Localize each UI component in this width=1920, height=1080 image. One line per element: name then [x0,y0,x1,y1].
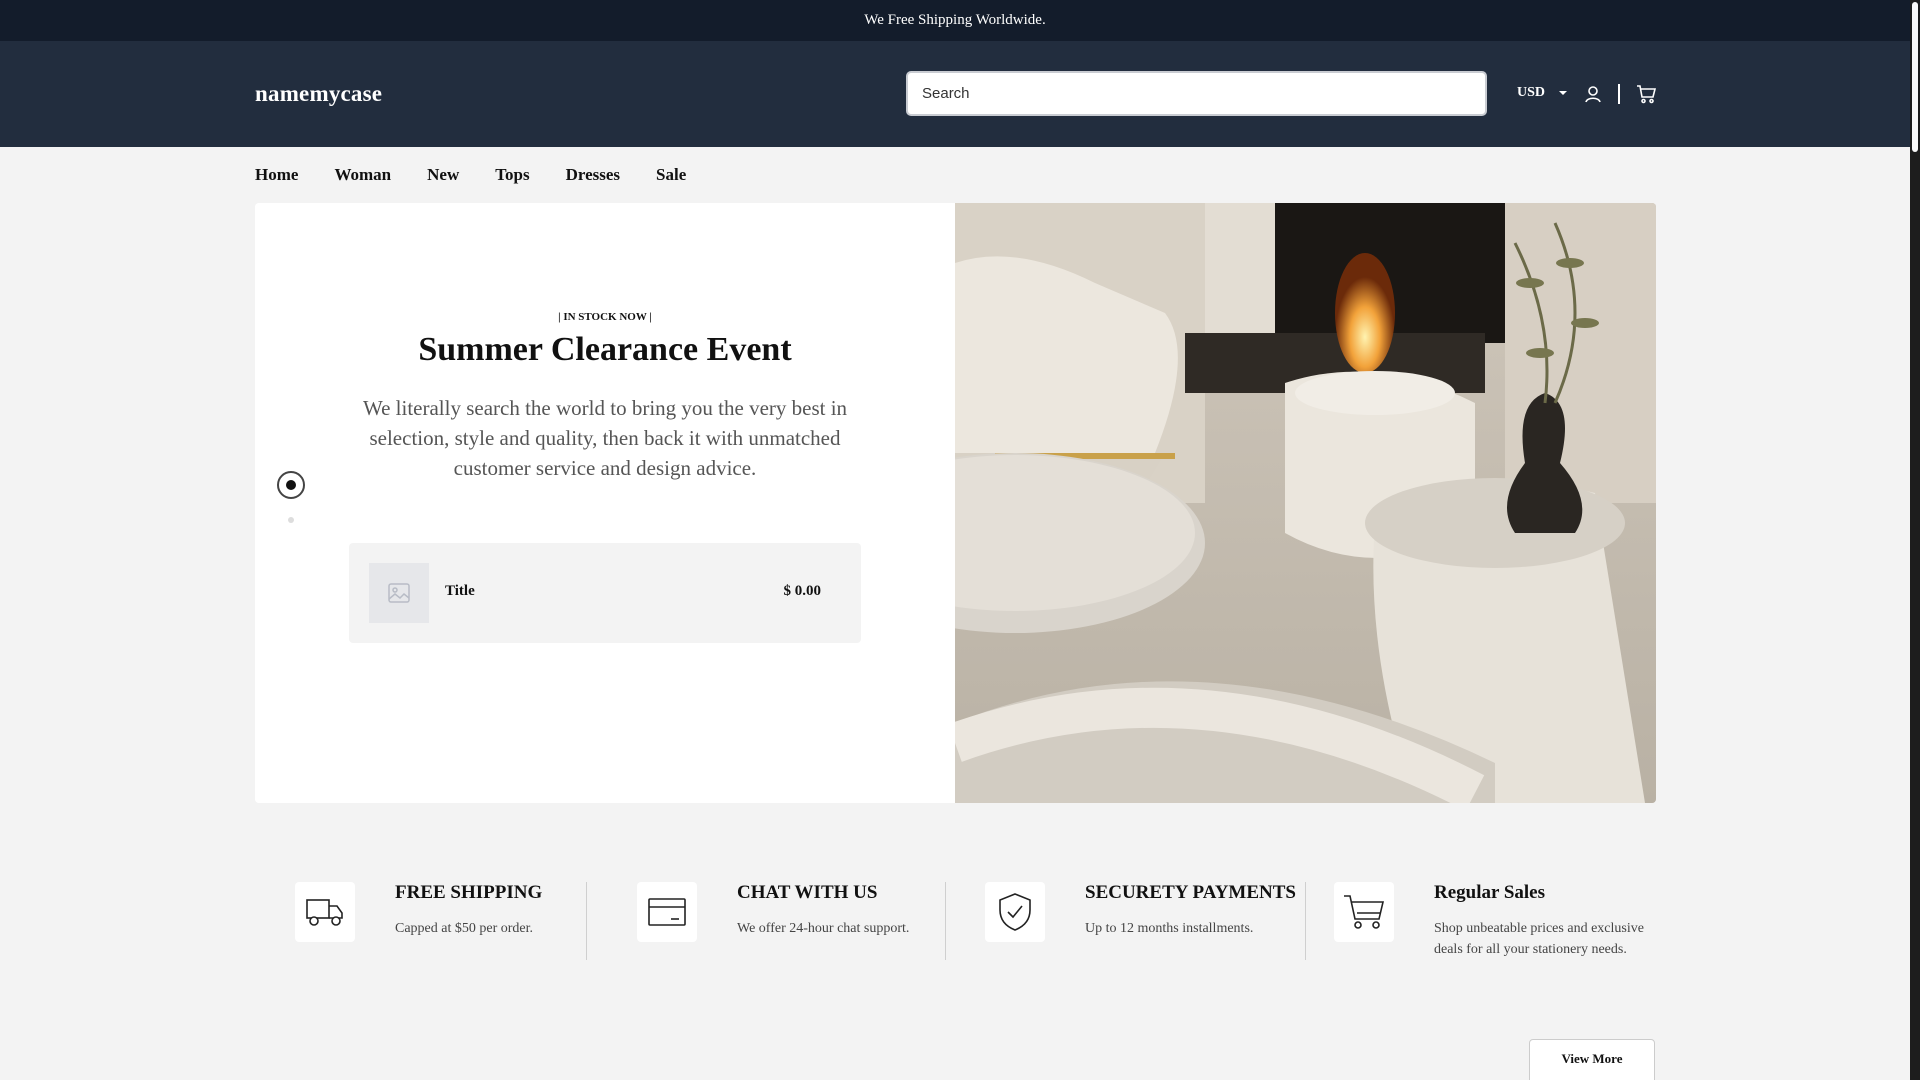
slide-dot-active[interactable] [277,471,305,499]
hero-eyebrow: | IN STOCK NOW | [558,311,652,323]
feature-chat: CHAT WITH US We offer 24-hour chat suppo… [637,882,937,962]
product-price: $ 0.00 [783,583,822,599]
feature-free-shipping: FREE SHIPPING Capped at $50 per order. [295,882,595,962]
product-thumbnail [369,563,429,623]
hero-image [955,203,1656,803]
header-divider [1618,84,1620,104]
nav-item-home[interactable]: Home [255,165,298,185]
announcement-text: We Free Shipping Worldwide. [864,12,1046,28]
search-input[interactable] [906,71,1487,116]
feature-divider [945,882,946,960]
hero-slider: | IN STOCK NOW | Summer Clearance Event … [255,203,1656,803]
view-more-button[interactable]: View More [1529,1039,1655,1080]
user-icon[interactable] [1584,85,1602,103]
slide-dot[interactable] [288,517,294,523]
nav-item-dresses[interactable]: Dresses [566,165,620,185]
feature-divider [586,882,587,960]
features-bar: FREE SHIPPING Capped at $50 per order. C… [255,882,1656,962]
shield-check-icon [985,882,1045,942]
feature-secure-payments: SECURETY PAYMENTS Up to 12 months instal… [985,882,1305,962]
featured-product-card[interactable]: Title $ 0.00 [349,543,861,643]
logo[interactable]: namemycase [255,81,382,107]
nav-item-sale[interactable]: Sale [656,165,686,185]
hero-title: Summer Clearance Event [418,331,792,368]
feature-title: SECURETY PAYMENTS [1085,882,1296,903]
feature-title: Regular Sales [1434,882,1546,903]
truck-icon [295,882,355,942]
feature-title: CHAT WITH US [737,882,878,903]
nav-item-woman[interactable]: Woman [334,165,391,185]
announcement-bar: We Free Shipping Worldwide. [0,0,1910,41]
living-room-image [955,203,1656,803]
product-title: Title [445,583,475,599]
feature-description: We offer 24-hour chat support. [737,921,910,936]
nav-item-new[interactable]: New [427,165,459,185]
hero-content: | IN STOCK NOW | Summer Clearance Event … [255,203,955,803]
currency-label: USD [1517,85,1546,100]
chevron-down-icon [1559,91,1568,95]
currency-selector[interactable]: USD [1517,85,1568,101]
nav-item-tops[interactable]: Tops [495,165,529,185]
hero-description: We literally search the world to bring y… [362,396,848,480]
feature-description: Shop unbeatable prices and exclusive dea… [1434,921,1644,957]
image-placeholder-icon [388,583,410,603]
feature-description: Capped at $50 per order. [395,921,534,936]
cart-icon [1334,882,1394,942]
feature-divider [1305,882,1306,960]
cart-icon[interactable] [1636,84,1656,104]
feature-title: FREE SHIPPING [395,882,543,903]
feature-description: Up to 12 months installments. [1085,921,1254,936]
main-nav: Home Woman New Tops Dresses Sale [255,165,686,185]
scrollbar-thumb[interactable] [1912,2,1918,152]
site-header: namemycase USD [0,41,1910,147]
feature-regular-sales: Regular Sales Shop unbeatable prices and… [1334,882,1656,962]
credit-card-icon [637,882,697,942]
page-scrollbar[interactable] [1910,0,1920,1080]
